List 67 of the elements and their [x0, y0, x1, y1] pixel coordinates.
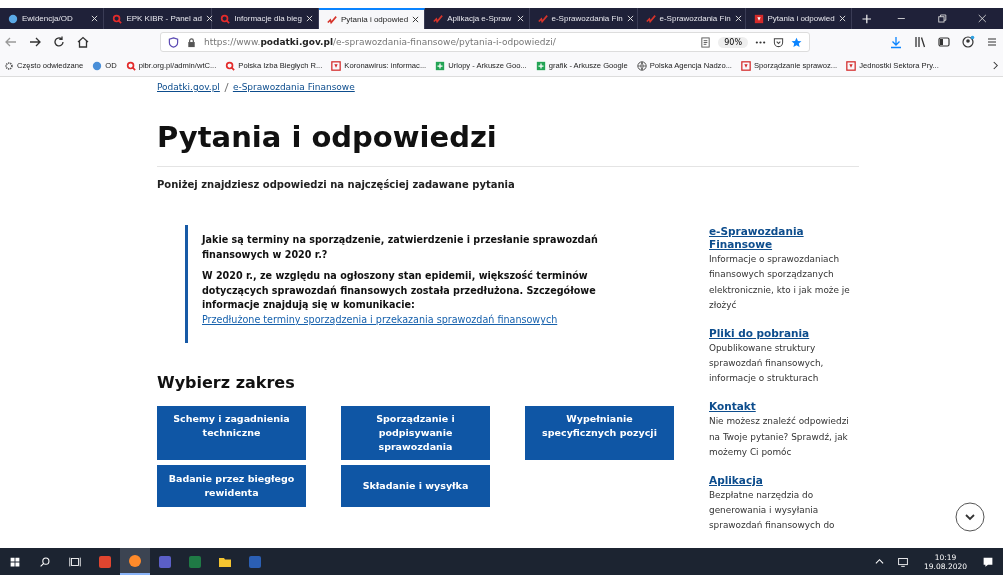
topic-button[interactable]: Badanie przez biegłego rewidenta [157, 465, 306, 507]
emblem-icon [741, 60, 751, 71]
sidebar-link[interactable]: e-Sprawozdania Finansowe [709, 225, 859, 252]
menu-icon[interactable] [985, 35, 999, 49]
gear-icon [4, 60, 14, 71]
topic-button[interactable]: Sporządzanie i podpisywanie sprawozdania [341, 406, 490, 460]
topic-button[interactable]: Składanie i wysyłka [341, 465, 490, 507]
tick-icon [645, 13, 656, 24]
reload-icon[interactable] [52, 35, 66, 49]
browser-icon [127, 552, 143, 569]
intro-text: Poniżej znajdziesz odpowiedzi na najczęściej zadawane pytania [157, 179, 516, 190]
star-icon[interactable] [791, 36, 802, 48]
forward-icon[interactable] [28, 35, 42, 49]
home-icon[interactable] [76, 35, 90, 49]
caret-icon[interactable] [875, 557, 885, 566]
emblem-icon [846, 60, 857, 71]
sidebar-link[interactable]: Pliki do pobrania [709, 326, 859, 340]
app-icon [187, 553, 203, 570]
page-title: Pytania i odpowiedzi [157, 120, 498, 154]
magnifier-icon [112, 13, 123, 24]
magnifier-icon [225, 60, 236, 71]
browser-tab[interactable]: Pytania i odpowied [318, 8, 426, 29]
zoom-level[interactable]: 90% [718, 36, 748, 48]
emblem-icon [753, 13, 764, 24]
more-bookmarks-icon[interactable] [992, 61, 999, 70]
magnifier-icon [220, 13, 231, 24]
address-bar[interactable]: https://www.podatki.gov.pl/e-sprawozdania-finansowe/pytania-i-odpowiedzi/ 90% [160, 32, 810, 52]
app-icon [157, 553, 173, 570]
globe-icon [636, 60, 647, 71]
announcement-link[interactable]: Przedłużone terminy sporządzenia i przekazania sprawozdań finansowych [202, 314, 558, 326]
breadcrumb-link[interactable]: e-Sprawozdania Finansowe [232, 82, 355, 92]
topic-button[interactable]: Schemy i zagadnienia techniczne [157, 406, 306, 460]
spreadsheet-icon [535, 60, 546, 71]
answer-text: W 2020 r., ze względu na ogłoszony stan epidemii, większość terminów dotyczących sprawozdań finansowych została przedłużona. Szczegółowe informacje znajdują się w komunikacie: Przedłużone terminy sporządzenia i przekazania sprawozdań finansowych [202, 268, 597, 328]
reader-view-icon[interactable] [700, 36, 712, 48]
search-icon[interactable] [38, 554, 52, 569]
pocket-icon[interactable] [773, 36, 784, 48]
restore-icon[interactable] [936, 13, 948, 24]
question-text: Jakie są terminy na sporządzenie, zatwierdzenie i przesłanie sprawozdań finansowych w 2020 r.? [202, 233, 599, 262]
sidebar-description: Informacje o sprawozdaniach finansowych sporządzanych elektronicznie, kto i jak może je złożyć [709, 253, 851, 312]
sidebar-link[interactable]: Kontakt [709, 400, 859, 414]
taskbar-app[interactable] [120, 548, 150, 575]
spreadsheet-icon [435, 60, 446, 71]
sidebar-description: Bezpłatne narzędzia do generowania i wysyłania sprawozdań finansowych do [709, 489, 836, 533]
tick-icon [433, 13, 444, 24]
section-title: Wybierz zakres [157, 373, 296, 392]
magnifier-icon [125, 60, 136, 71]
emblem-icon [331, 60, 342, 71]
download-icon[interactable] [889, 35, 903, 49]
new-tab-icon[interactable] [861, 13, 872, 24]
sidebar-description: Nie możesz znaleźć odpowiedzi na Twoje pytanie? Sprawdź, jak możemy Ci pomóc [709, 415, 850, 459]
sidebar-icon[interactable] [937, 35, 951, 49]
lock-icon [186, 36, 197, 48]
sidebar-link[interactable]: Aplikacja [709, 473, 859, 488]
app-icon [247, 553, 263, 570]
topic-button[interactable]: Wypełnianie specyficznych pozycji [525, 406, 674, 460]
tick-icon [326, 14, 337, 25]
back-icon[interactable] [4, 35, 18, 49]
tick-icon [537, 13, 548, 24]
url-text: https://www.podatki.gov.pl/e-sprawozdania-finansowe/pytania-i-odpowiedzi/ [204, 37, 556, 47]
scroll-down-icon[interactable] [955, 502, 985, 532]
breadcrumb-link[interactable]: Podatki.gov.pl [157, 82, 220, 92]
close-icon[interactable] [412, 16, 420, 23]
account-icon[interactable] [961, 35, 975, 49]
sidebar-description: Opublikowane struktury sprawozdań finansowych, informacje o strukturach [709, 341, 825, 386]
library-icon[interactable] [913, 35, 927, 49]
app-icon [97, 553, 113, 570]
